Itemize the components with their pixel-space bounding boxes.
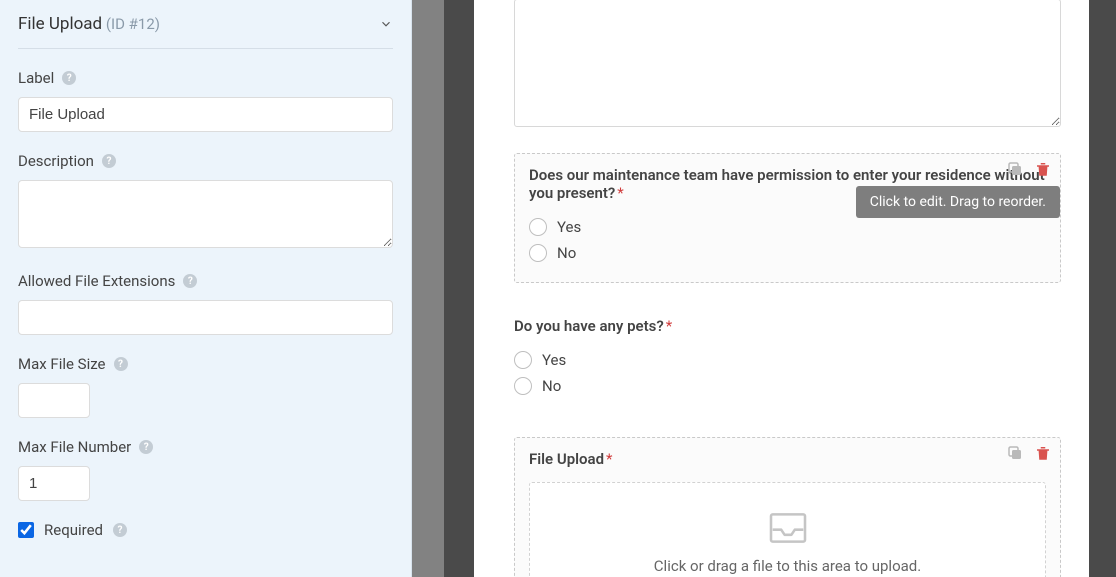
panel-title: File Upload <box>18 14 102 34</box>
file-upload-block[interactable]: File Upload* Click or drag a file to thi… <box>514 437 1061 577</box>
field-maxnum: Max File Number ? <box>18 438 393 501</box>
field-extensions: Allowed File Extensions ? <box>18 272 393 335</box>
radio-option[interactable]: No <box>514 373 1061 399</box>
radio-icon <box>529 218 547 236</box>
preview-page: Click to edit. Drag to reorder. Does our… <box>474 0 1089 577</box>
radio-option[interactable]: No <box>529 240 1046 266</box>
radio-icon <box>514 377 532 395</box>
edit-tooltip: Click to edit. Drag to reorder. <box>856 186 1060 218</box>
help-icon[interactable]: ? <box>102 154 116 168</box>
question-block-permission[interactable]: Click to edit. Drag to reorder. Does our… <box>514 153 1061 283</box>
radio-label: Yes <box>542 351 566 369</box>
maxsize-input[interactable] <box>18 383 90 418</box>
field-label: Label ? <box>18 69 393 132</box>
help-icon[interactable]: ? <box>113 523 127 537</box>
upload-label: File Upload <box>529 450 604 468</box>
help-icon[interactable]: ? <box>114 357 128 371</box>
help-icon[interactable]: ? <box>139 440 153 454</box>
duplicate-icon[interactable] <box>1006 160 1024 178</box>
maxnum-input[interactable] <box>18 466 90 501</box>
radio-label: Yes <box>557 218 581 236</box>
required-star: * <box>606 450 612 468</box>
help-icon[interactable]: ? <box>183 274 197 288</box>
radio-label: No <box>557 244 576 262</box>
upload-text: Click or drag a file to this area to upl… <box>654 557 921 575</box>
label-title: Label <box>18 69 54 87</box>
radio-label: No <box>542 377 561 395</box>
maxnum-title: Max File Number <box>18 438 131 456</box>
panel-header[interactable]: File Upload (ID #12) <box>18 0 393 49</box>
required-star: * <box>617 184 623 202</box>
required-label: Required <box>44 521 103 539</box>
chevron-down-icon[interactable] <box>379 17 393 31</box>
panel-id: (ID #12) <box>106 15 160 33</box>
question-label: Do you have any pets? <box>514 317 664 335</box>
inbox-icon <box>767 511 809 545</box>
help-icon[interactable]: ? <box>62 71 76 85</box>
field-description: Description ? <box>18 152 393 252</box>
upload-dropzone[interactable]: Click or drag a file to this area to upl… <box>529 482 1046 577</box>
label-input[interactable] <box>18 97 393 132</box>
required-checkbox[interactable] <box>18 522 34 538</box>
radio-icon <box>529 244 547 262</box>
trash-icon[interactable] <box>1034 444 1052 462</box>
required-star: * <box>666 317 672 335</box>
trash-icon[interactable] <box>1034 160 1052 178</box>
divider-col-dark <box>444 0 474 577</box>
description-input[interactable] <box>18 180 393 248</box>
extensions-title: Allowed File Extensions <box>18 272 175 290</box>
question-block-pets[interactable]: Do you have any pets?* Yes No <box>514 305 1061 415</box>
extensions-input[interactable] <box>18 300 393 335</box>
description-title: Description <box>18 152 94 170</box>
preview-pane: Click to edit. Drag to reorder. Does our… <box>474 0 1116 577</box>
field-required: Required ? <box>18 521 393 539</box>
settings-sidebar: File Upload (ID #12) Label ? Description… <box>0 0 412 577</box>
preview-textarea[interactable] <box>514 0 1061 127</box>
maxsize-title: Max File Size <box>18 355 106 373</box>
field-maxsize: Max File Size ? <box>18 355 393 418</box>
radio-option[interactable]: Yes <box>514 347 1061 373</box>
divider-col <box>412 0 444 577</box>
duplicate-icon[interactable] <box>1006 444 1024 462</box>
radio-icon <box>514 351 532 369</box>
